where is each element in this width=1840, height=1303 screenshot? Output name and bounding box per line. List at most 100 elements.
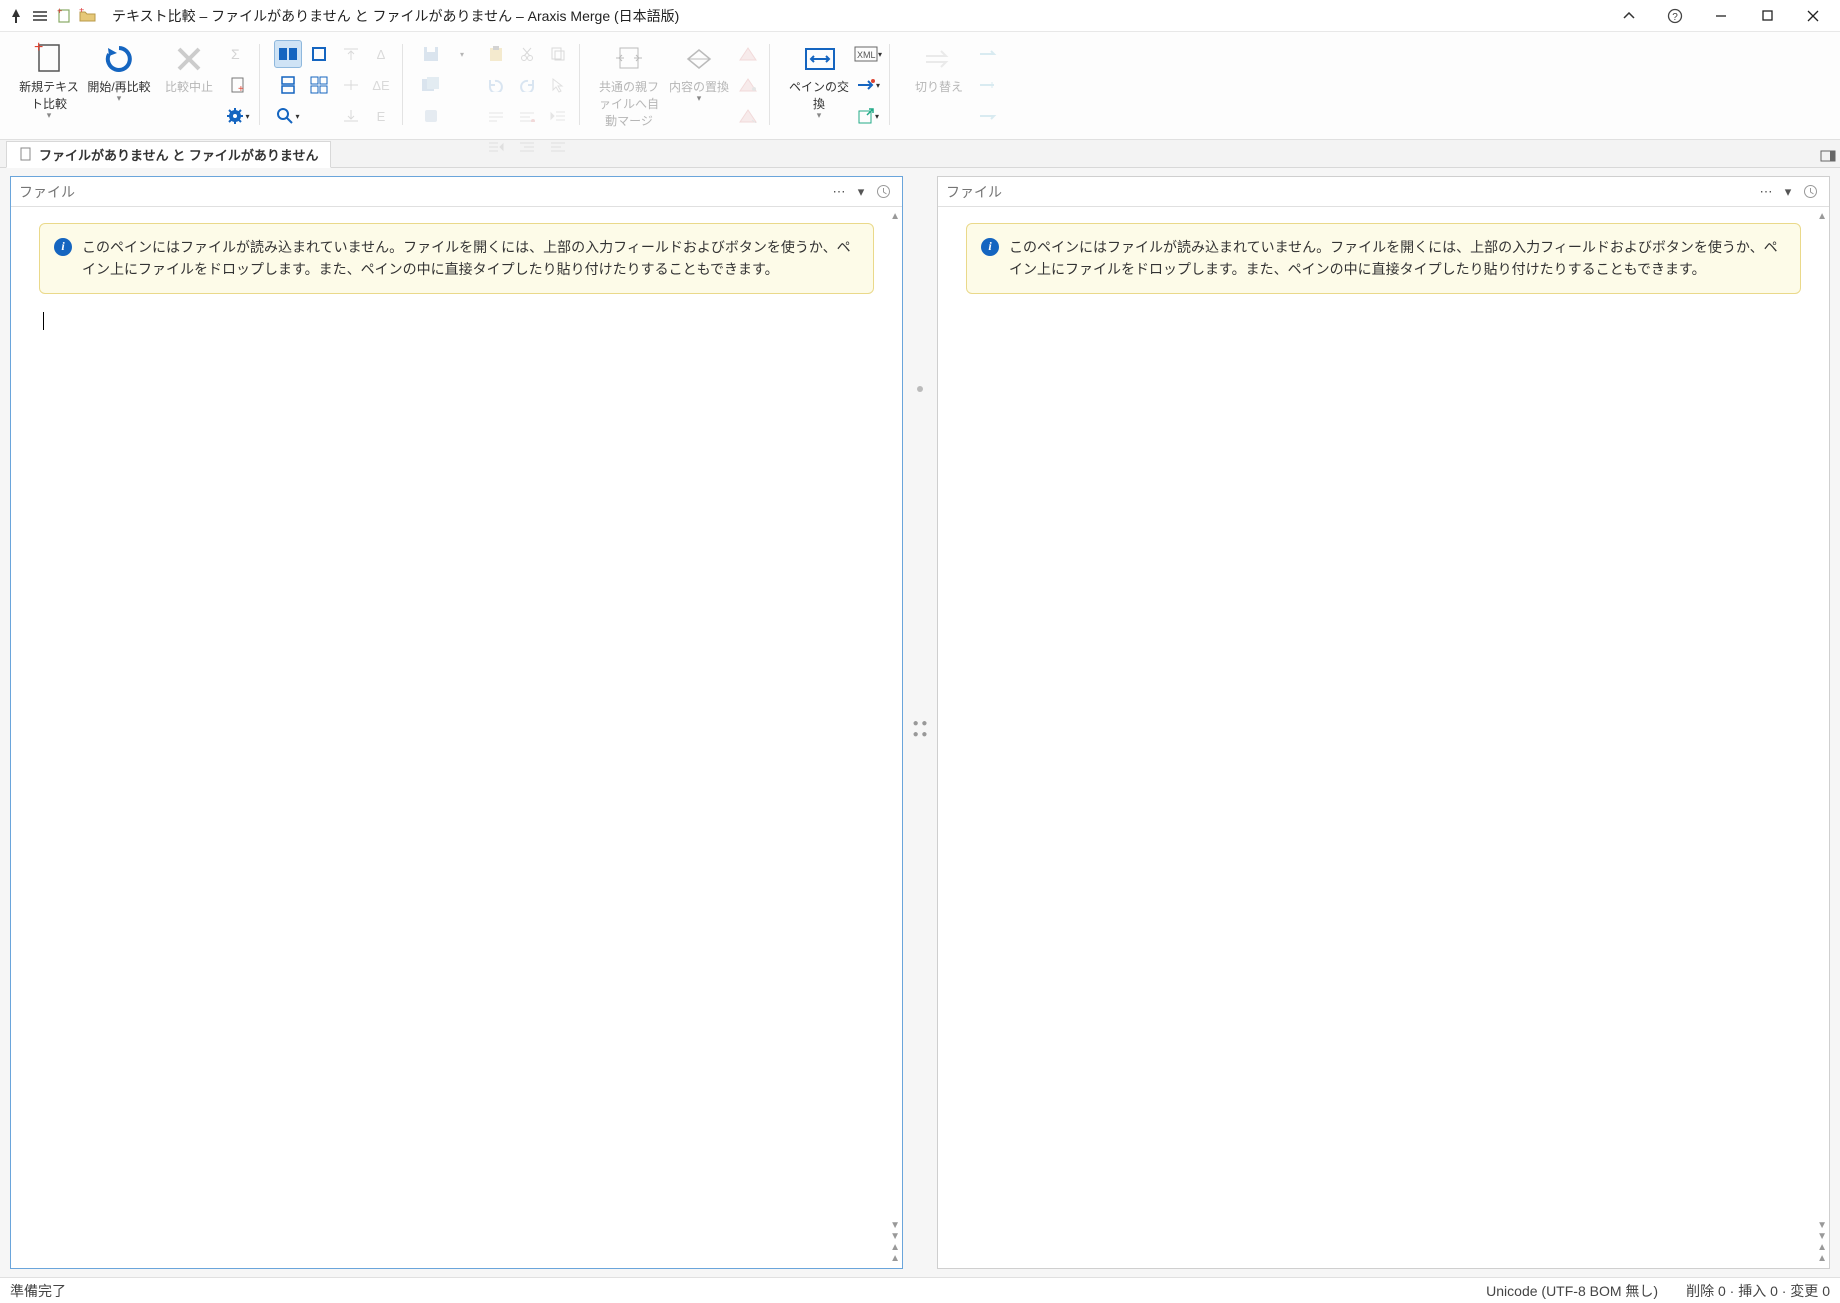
sigma-icon: Σ (224, 40, 252, 68)
cut-icon (513, 40, 541, 68)
export-icon[interactable]: ▾ (854, 102, 882, 130)
page-break-icon (417, 102, 445, 130)
sw1-icon (974, 40, 1002, 68)
switch-button: 切り替え (904, 38, 974, 99)
indent-right-icon (482, 133, 510, 161)
right-filebar: ⋯ ▾ (938, 177, 1829, 207)
layout-single-icon[interactable] (305, 40, 333, 68)
svg-text:+: + (57, 8, 62, 16)
left-pane: ⋯ ▾ ▲ i このペインにはファイルが読み込まれていません。ファイルを開くには… (10, 176, 903, 1269)
warn2-icon (734, 71, 762, 99)
close-button[interactable] (1790, 0, 1836, 31)
indent-left-icon (544, 102, 572, 130)
sw2-icon (974, 71, 1002, 99)
svg-text:+: + (79, 8, 84, 15)
wrap1-icon (482, 102, 510, 130)
stop-compare-button: 比較中止 (154, 38, 224, 99)
file-plus-icon[interactable]: + (224, 71, 252, 99)
layout-grid-icon[interactable] (305, 71, 333, 99)
pointer-icon (544, 71, 572, 99)
label: 共通の親ファイルへ自動マージ (596, 78, 662, 129)
indent4-icon (544, 133, 572, 161)
dropdown-icon[interactable]: ▾ (1777, 181, 1799, 203)
info-icon: i (54, 238, 72, 256)
dropdown-icon[interactable]: ▾ (850, 181, 872, 203)
status-changes: 削除 0 · 挿入 0 · 変更 0 (1686, 1281, 1830, 1301)
redo-icon (513, 71, 541, 99)
svg-text:XML: XML (857, 50, 876, 60)
ribbon: + 新規テキスト比較 ▾ 開始/再比較 ▾ 比較中止 Σ + ▾ (0, 32, 1840, 140)
new-file-icon[interactable]: + (52, 0, 76, 31)
jump-epsilon-icon: ΔE (367, 71, 395, 99)
more-icon[interactable]: ⋯ (828, 181, 850, 203)
titlebar: + + テキスト比較 – ファイルがありません と ファイルがありません – A… (0, 0, 1840, 32)
indent3-icon (513, 133, 541, 161)
history-icon[interactable] (1799, 181, 1821, 203)
right-editor[interactable]: ▲ i このペインにはファイルが読み込まれていません。ファイルを開くには、上部の… (938, 207, 1829, 1268)
save-icon (417, 40, 445, 68)
svg-text:+: + (238, 84, 244, 94)
collapse-ribbon-button[interactable] (1606, 0, 1652, 31)
warn3-icon (734, 102, 762, 130)
label: ペインの交換 (786, 78, 852, 112)
help-button[interactable]: ? (1652, 0, 1698, 31)
left-filebar: ⋯ ▾ (11, 177, 902, 207)
tab-bar: ファイルがありません と ファイルがありません (0, 140, 1840, 168)
save-dropdown-icon: ▾ (448, 40, 476, 68)
link-dot (917, 386, 923, 392)
active-tab[interactable]: ファイルがありません と ファイルがありません (6, 141, 331, 168)
settings-icon[interactable]: ▾ (224, 102, 252, 130)
left-editor[interactable]: ▲ i このペインにはファイルが読み込まれていません。ファイルを開くには、上部の… (11, 207, 902, 1268)
replace-content-button: 内容の置換 ▾ (664, 38, 734, 108)
status-bar: 準備完了 Unicode (UTF-8 BOM 無し) 削除 0 · 挿入 0 … (0, 1277, 1840, 1303)
tip-text: このペインにはファイルが読み込まれていません。ファイルを開くには、上部の入力フィ… (82, 236, 859, 281)
maximize-button[interactable] (1744, 0, 1790, 31)
sync-dots: ● ●● ● (913, 718, 928, 740)
info-tip: i このペインにはファイルが読み込まれていません。ファイルを開くには、上部の入力… (39, 223, 874, 294)
right-file-input[interactable] (946, 184, 1755, 200)
xml-icon[interactable]: XML▾ (854, 40, 882, 68)
wrap2-icon (513, 102, 541, 130)
more-icon[interactable]: ⋯ (1755, 181, 1777, 203)
jump-delta-icon: Δ (367, 40, 395, 68)
new-folder-icon[interactable]: + (76, 0, 100, 31)
layout-horizontal-icon[interactable] (274, 40, 302, 68)
svg-text:Σ: Σ (231, 46, 240, 62)
status-encoding: Unicode (UTF-8 BOM 無し) (1486, 1281, 1658, 1301)
paste-icon (482, 40, 510, 68)
warn1-icon (734, 40, 762, 68)
right-pane: ⋯ ▾ ▲ i このペインにはファイルが読み込まれていません。ファイルを開くには… (937, 176, 1830, 1269)
svg-text:+: + (34, 42, 43, 56)
label: 新規テキスト比較 (16, 78, 82, 112)
layout-vertical-icon[interactable] (274, 71, 302, 99)
tab-label: ファイルがありません と ファイルがありません (39, 145, 318, 164)
workspace: ⋯ ▾ ▲ i このペインにはファイルが読み込まれていません。ファイルを開くには… (0, 168, 1840, 1277)
auto-merge-button: 共通の親ファイルへ自動マージ (594, 38, 664, 133)
svg-text:?: ? (1672, 12, 1678, 23)
swap-panes-button[interactable]: ペインの交換 ▾ (784, 38, 854, 125)
panel-toggle-icon[interactable] (1814, 144, 1840, 167)
undo-icon (482, 71, 510, 99)
minimize-button[interactable] (1698, 0, 1744, 31)
status-ready: 準備完了 (10, 1281, 66, 1301)
align-bottom-icon (337, 102, 365, 130)
save-all-icon (417, 71, 445, 99)
align-top-icon (337, 40, 365, 68)
info-tip: i このペインにはファイルが読み込まれていません。ファイルを開くには、上部の入力… (966, 223, 1801, 294)
arrow-right-icon[interactable]: ▾ (854, 71, 882, 99)
app-icon (4, 0, 28, 31)
tip-text: このペインにはファイルが読み込まれていません。ファイルを開くには、上部の入力フィ… (1009, 236, 1786, 281)
copy-icon (544, 40, 572, 68)
sw3-icon (974, 102, 1002, 130)
window-title: テキスト比較 – ファイルがありません と ファイルがありません – Araxi… (100, 6, 679, 26)
left-file-input[interactable] (19, 184, 828, 200)
center-gutter: ● ●● ● (905, 176, 935, 1269)
new-text-compare-button[interactable]: + 新規テキスト比較 ▾ (14, 38, 84, 125)
history-icon[interactable] (872, 181, 894, 203)
align-mid-icon (337, 71, 365, 99)
start-recompare-button[interactable]: 開始/再比較 ▾ (84, 38, 154, 108)
zoom-icon[interactable]: ▾ (274, 102, 302, 130)
hamburger-icon[interactable] (28, 0, 52, 31)
info-icon: i (981, 238, 999, 256)
label: 切り替え (915, 78, 963, 95)
